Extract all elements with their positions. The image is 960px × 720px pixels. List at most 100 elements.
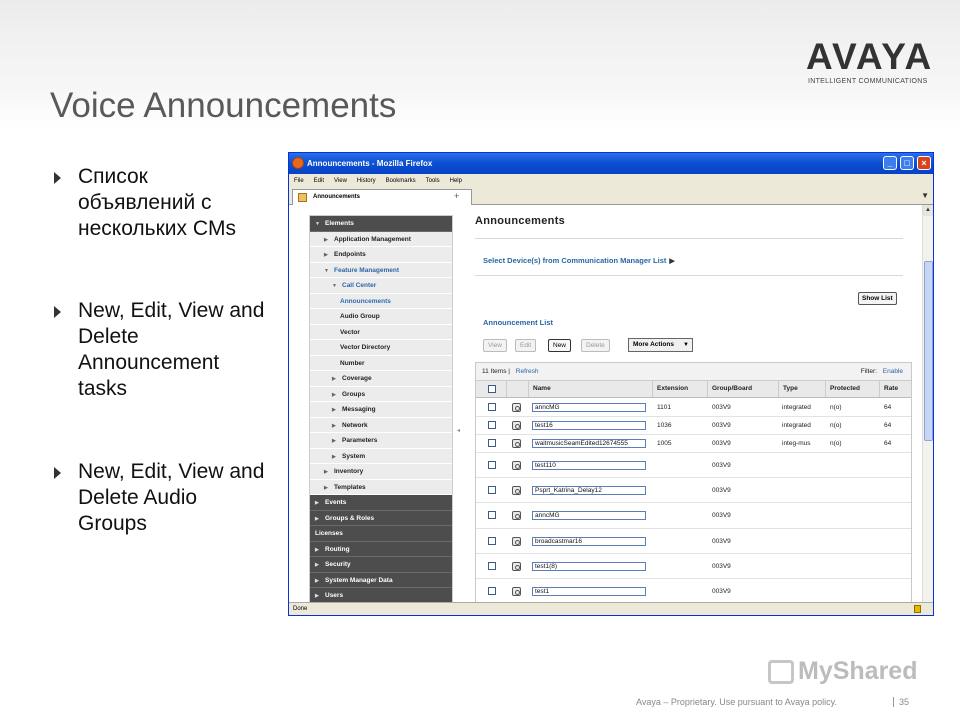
announcement-file-icon — [512, 586, 521, 596]
table-row[interactable]: test1(8) 003V9 — [476, 554, 911, 579]
filter-enable-link[interactable]: Enable — [883, 368, 903, 375]
table-row[interactable]: anncMG 1101 003V9 integrated n(o) 64 — [476, 399, 911, 417]
menu-item-tools[interactable]: Tools — [426, 178, 440, 184]
cell-group: 003V9 — [712, 587, 731, 595]
edit-button[interactable]: Edit — [515, 339, 537, 352]
nav-item-audio-group[interactable]: Audio Group — [310, 309, 452, 325]
column-header-rate[interactable]: Rate — [879, 381, 911, 397]
expanded-arrow-icon: ▼ — [324, 267, 329, 274]
nav-item-label: System — [342, 452, 366, 460]
browser-window: Announcements - Mozilla Firefox _ □ × Fi… — [288, 152, 934, 616]
nav-item-users[interactable]: ▶ Users — [310, 588, 452, 602]
refresh-link[interactable]: Refresh — [516, 368, 539, 375]
announcement-name-field[interactable]: test1 — [532, 586, 646, 596]
nav-item-system[interactable]: ▶ System — [310, 449, 452, 464]
row-checkbox[interactable] — [488, 421, 496, 429]
announcement-file-icon — [512, 485, 521, 495]
announcement-table: 11 Items | Refresh Filter: Enable Name Ex… — [475, 362, 912, 602]
delete-button[interactable]: Delete — [581, 339, 610, 352]
minimize-button[interactable]: _ — [883, 156, 897, 170]
announcement-name-field[interactable]: test1(8) — [532, 561, 646, 571]
announcement-name-field[interactable]: anncMG — [532, 511, 646, 520]
cell-extension: 1101 — [657, 404, 671, 411]
select-devices-link[interactable]: Select Device(s) from Communication Mana… — [483, 256, 675, 265]
nav-item-inventory[interactable]: ▶ Inventory — [310, 464, 452, 480]
scroll-thumb[interactable] — [924, 261, 933, 441]
menu-item-view[interactable]: View — [334, 178, 347, 184]
nav-item-parameters[interactable]: ▶ Parameters — [310, 433, 452, 449]
nav-item-events[interactable]: ▶ Events — [310, 495, 452, 511]
announcement-name-field[interactable]: waitmusicSeamEdited12674555 — [532, 439, 646, 448]
announcement-name-field[interactable]: Psprt_Katrina_Delay12 — [532, 485, 646, 495]
nav-item-vector[interactable]: Vector — [310, 325, 452, 340]
cell-protected: n(o) — [830, 422, 842, 429]
window-titlebar[interactable]: Announcements - Mozilla Firefox _ □ × — [289, 153, 933, 174]
menu-item-history[interactable]: History — [357, 178, 376, 184]
announcement-name-field[interactable]: broadcastmar16 — [532, 536, 646, 546]
collapsed-arrow-icon: ▶ — [332, 391, 336, 398]
table-row[interactable]: test1 003V9 — [476, 579, 911, 602]
tab-list-icon[interactable]: ▼ — [921, 191, 929, 200]
new-button[interactable]: New — [548, 339, 572, 352]
row-checkbox[interactable] — [488, 439, 496, 447]
announcement-name-field[interactable]: test110 — [532, 460, 646, 470]
column-header-group-board[interactable]: Group/Board — [707, 381, 778, 397]
menu-item-file[interactable]: File — [294, 178, 304, 184]
nav-item-endpoints[interactable]: ▶ Endpoints — [310, 247, 452, 263]
bullet-1: Список объявлений с нескольких CMs — [54, 164, 269, 242]
nav-item-security[interactable]: ▶ Security — [310, 557, 452, 573]
nav-item-templates[interactable]: ▶ Templates — [310, 480, 452, 495]
menu-item-edit[interactable]: Edit — [314, 178, 324, 184]
nav-item-messaging[interactable]: ▶ Messaging — [310, 402, 452, 418]
announcement-name-field[interactable]: anncMG — [532, 403, 646, 412]
nav-item-feature-management[interactable]: ▼ Feature Management — [310, 263, 452, 278]
nav-item-network[interactable]: ▶ Network — [310, 418, 452, 433]
scroll-up-icon[interactable]: ▲ — [923, 205, 933, 216]
page-content: ▼ Elements ▶ Application Management ▶ Endpoin… — [289, 205, 923, 602]
row-checkbox[interactable] — [488, 586, 496, 595]
nav-item-label: Coverage — [342, 375, 372, 382]
menu-item-bookmarks[interactable]: Bookmarks — [386, 178, 416, 184]
view-button[interactable]: View — [483, 339, 507, 352]
column-header-extension[interactable]: Extension — [652, 381, 707, 397]
row-checkbox[interactable] — [488, 536, 496, 545]
nav-item-coverage[interactable]: ▶ Coverage — [310, 371, 452, 387]
nav-item-vector-directory[interactable]: Vector Directory — [310, 340, 452, 356]
tab-announcements[interactable]: Announcements — [292, 189, 472, 205]
row-checkbox[interactable] — [488, 403, 496, 411]
table-row[interactable]: Psprt_Katrina_Delay12 003V9 — [476, 478, 911, 503]
column-header-protected[interactable]: Protected — [825, 381, 879, 397]
nav-item-system-manager-data[interactable]: ▶ System Manager Data — [310, 572, 452, 588]
nav-item-licenses[interactable]: Licenses — [310, 526, 452, 542]
nav-item-elements[interactable]: ▼ Elements — [310, 216, 452, 232]
row-checkbox[interactable] — [488, 460, 496, 469]
nav-item-application-management[interactable]: ▶ Application Management — [310, 232, 452, 247]
new-tab-button[interactable]: + — [454, 191, 459, 201]
nav-item-groups[interactable]: ▶ Groups — [310, 387, 452, 402]
more-actions-dropdown[interactable]: More Actions ▼ — [628, 338, 693, 352]
row-checkbox[interactable] — [488, 485, 496, 494]
nav-item-announcements[interactable]: Announcements — [310, 294, 452, 309]
table-row[interactable]: test16 1036 003V9 integrated n(o) 64 — [476, 417, 911, 435]
row-checkbox[interactable] — [488, 511, 496, 519]
nav-item-routing[interactable]: ▶ Routing — [310, 541, 452, 557]
menu-item-help[interactable]: Help — [450, 178, 462, 184]
vertical-scrollbar[interactable]: ▲ — [922, 205, 933, 602]
column-header-name[interactable]: Name — [528, 381, 652, 397]
announcement-file-icon — [512, 536, 521, 546]
table-row[interactable]: test110 003V9 — [476, 453, 911, 478]
row-checkbox[interactable] — [488, 561, 496, 570]
table-row[interactable]: waitmusicSeamEdited12674555 1005 003V9 inte… — [476, 435, 911, 453]
table-row[interactable]: anncMG 003V9 — [476, 503, 911, 529]
table-row[interactable]: broadcastmar16 003V9 — [476, 529, 911, 554]
nav-item-call-center[interactable]: ▼ Call Center — [310, 278, 452, 294]
nav-item-number[interactable]: Number — [310, 356, 452, 371]
select-all-checkbox[interactable] — [488, 385, 496, 393]
announcement-name-field[interactable]: test16 — [532, 421, 646, 430]
maximize-button[interactable]: □ — [900, 156, 914, 170]
column-header-type[interactable]: Type — [778, 381, 825, 397]
nav-item-groups-roles[interactable]: ▶ Groups & Roles — [310, 510, 452, 526]
collapse-pane-icon[interactable]: ◂ — [457, 427, 460, 434]
show-list-button[interactable]: Show List — [858, 292, 897, 305]
close-button[interactable]: × — [917, 156, 931, 170]
